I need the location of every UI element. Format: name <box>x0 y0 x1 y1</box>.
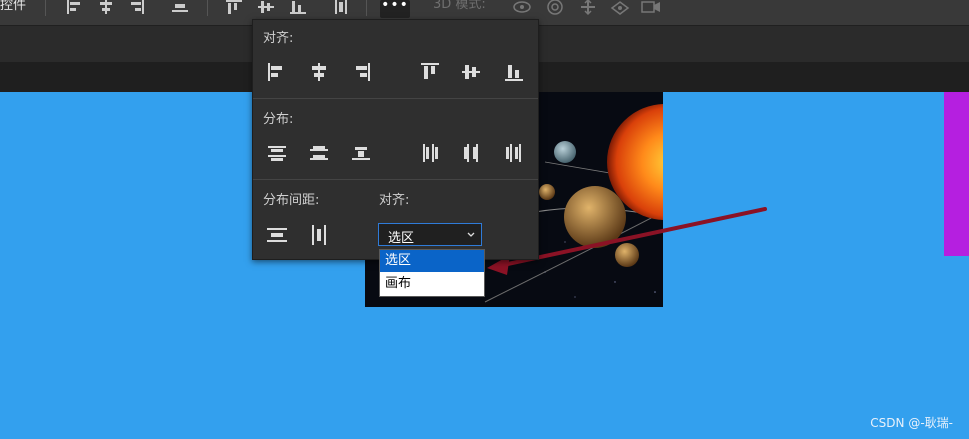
distribute-section-label: 分布: <box>263 112 294 127</box>
align-horizontal-centers-icon[interactable] <box>307 60 331 84</box>
align-distribute-panel: 对齐: 分布: 分布间距: 对齐: 选区 <box>252 19 539 260</box>
distribute-bottom-icon[interactable] <box>349 141 373 165</box>
dropdown-option-selection[interactable]: 选区 <box>380 250 484 272</box>
align-top-edges-icon[interactable] <box>418 60 442 84</box>
align-right-edges-icon[interactable] <box>349 60 373 84</box>
align-section-label: 对齐: <box>263 31 294 46</box>
align-to-select[interactable]: 选区 <box>378 223 482 246</box>
panel-divider <box>253 179 538 180</box>
align-left-edges-icon[interactable] <box>265 60 289 84</box>
chevron-down-icon <box>467 232 475 237</box>
distribute-horizontal-centers-icon[interactable] <box>459 141 483 165</box>
watermark: CSDN @-耿瑞- <box>870 416 953 430</box>
distribute-top-icon[interactable] <box>265 141 289 165</box>
align-to-dropdown-list: 选区 画布 <box>379 249 485 297</box>
distribute-vertical-centers-icon[interactable] <box>307 141 331 165</box>
distribute-left-icon[interactable] <box>418 141 442 165</box>
align-to-section-label: 对齐: <box>379 193 410 208</box>
align-vertical-centers-icon[interactable] <box>459 60 483 84</box>
distribute-vertical-spacing-icon[interactable] <box>265 223 289 247</box>
panel-divider <box>253 98 538 99</box>
align-bottom-edges-icon[interactable] <box>502 60 526 84</box>
align-to-select-value: 选区 <box>388 231 415 246</box>
dropdown-option-canvas[interactable]: 画布 <box>380 273 484 295</box>
distribute-spacing-section-label: 分布间距: <box>263 193 320 208</box>
distribute-horizontal-spacing-icon[interactable] <box>307 223 331 247</box>
distribute-right-icon[interactable] <box>502 141 526 165</box>
